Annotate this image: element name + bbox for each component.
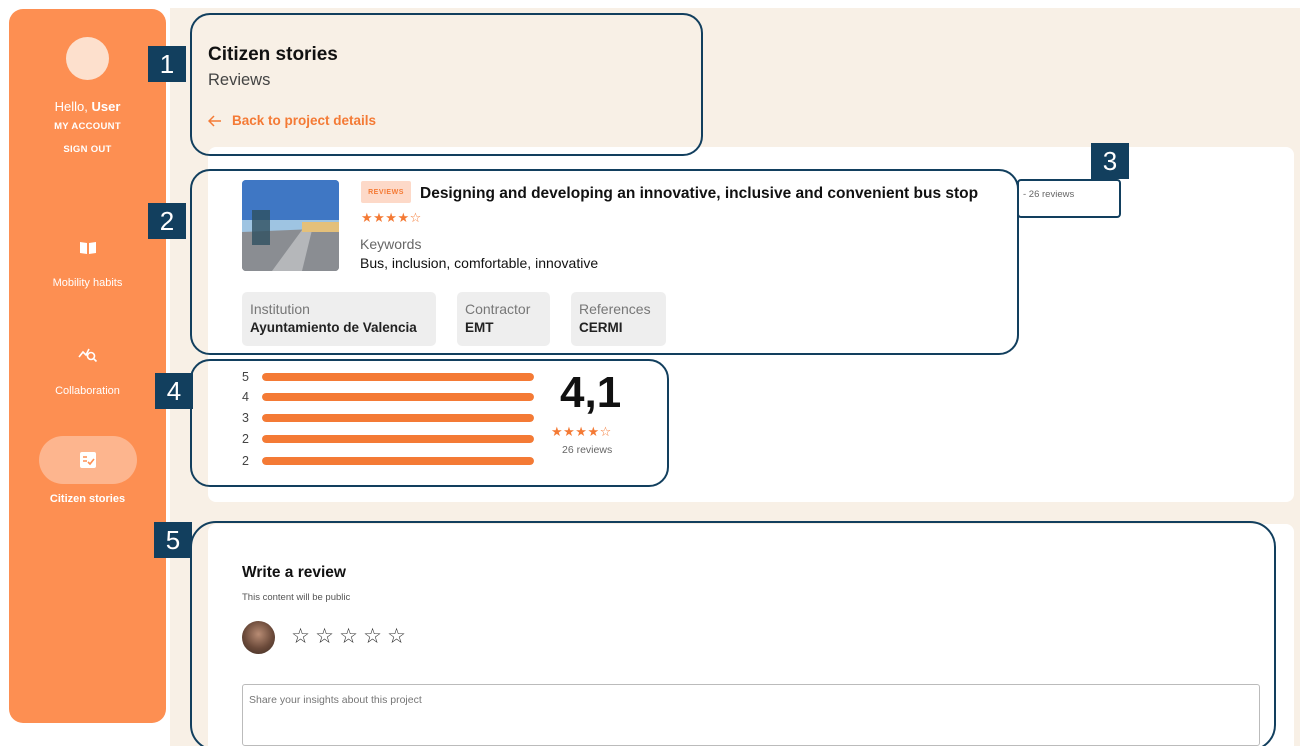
sidebar-item-label: Collaboration	[55, 385, 120, 397]
greeting: Hello, User	[9, 99, 166, 114]
annotation-box-3	[1017, 179, 1121, 218]
avatar[interactable]	[66, 37, 109, 80]
annotation-box-4	[190, 359, 669, 487]
annotation-number-1: 1	[148, 46, 186, 82]
chart-search-icon	[77, 348, 97, 363]
sign-out-link[interactable]: SIGN OUT	[9, 144, 166, 155]
sidebar-item-citizen-stories[interactable]: Citizen stories	[9, 449, 166, 505]
annotation-box-5	[190, 521, 1276, 746]
page: Hello, User MY ACCOUNT SIGN OUT Mobility…	[0, 0, 1300, 746]
username: User	[91, 99, 121, 114]
sidebar: Hello, User MY ACCOUNT SIGN OUT Mobility…	[9, 9, 166, 723]
book-icon	[79, 242, 96, 254]
my-account-link[interactable]: MY ACCOUNT	[9, 121, 166, 132]
sidebar-item-label: Citizen stories	[49, 493, 126, 505]
annotation-number-5: 5	[154, 522, 192, 558]
annotation-number-2: 2	[148, 203, 186, 239]
annotation-box-1	[190, 13, 703, 156]
sidebar-item-collaboration[interactable]: Collaboration	[9, 343, 166, 397]
annotation-box-2	[190, 169, 1019, 355]
annotation-number-3: 3	[1091, 143, 1129, 179]
sidebar-item-label: Mobility habits	[52, 277, 123, 289]
annotation-number-4: 4	[155, 373, 193, 409]
greeting-text: Hello,	[54, 99, 88, 114]
checklist-icon	[79, 452, 96, 468]
sidebar-item-mobility-habits[interactable]: Mobility habits	[9, 237, 166, 289]
